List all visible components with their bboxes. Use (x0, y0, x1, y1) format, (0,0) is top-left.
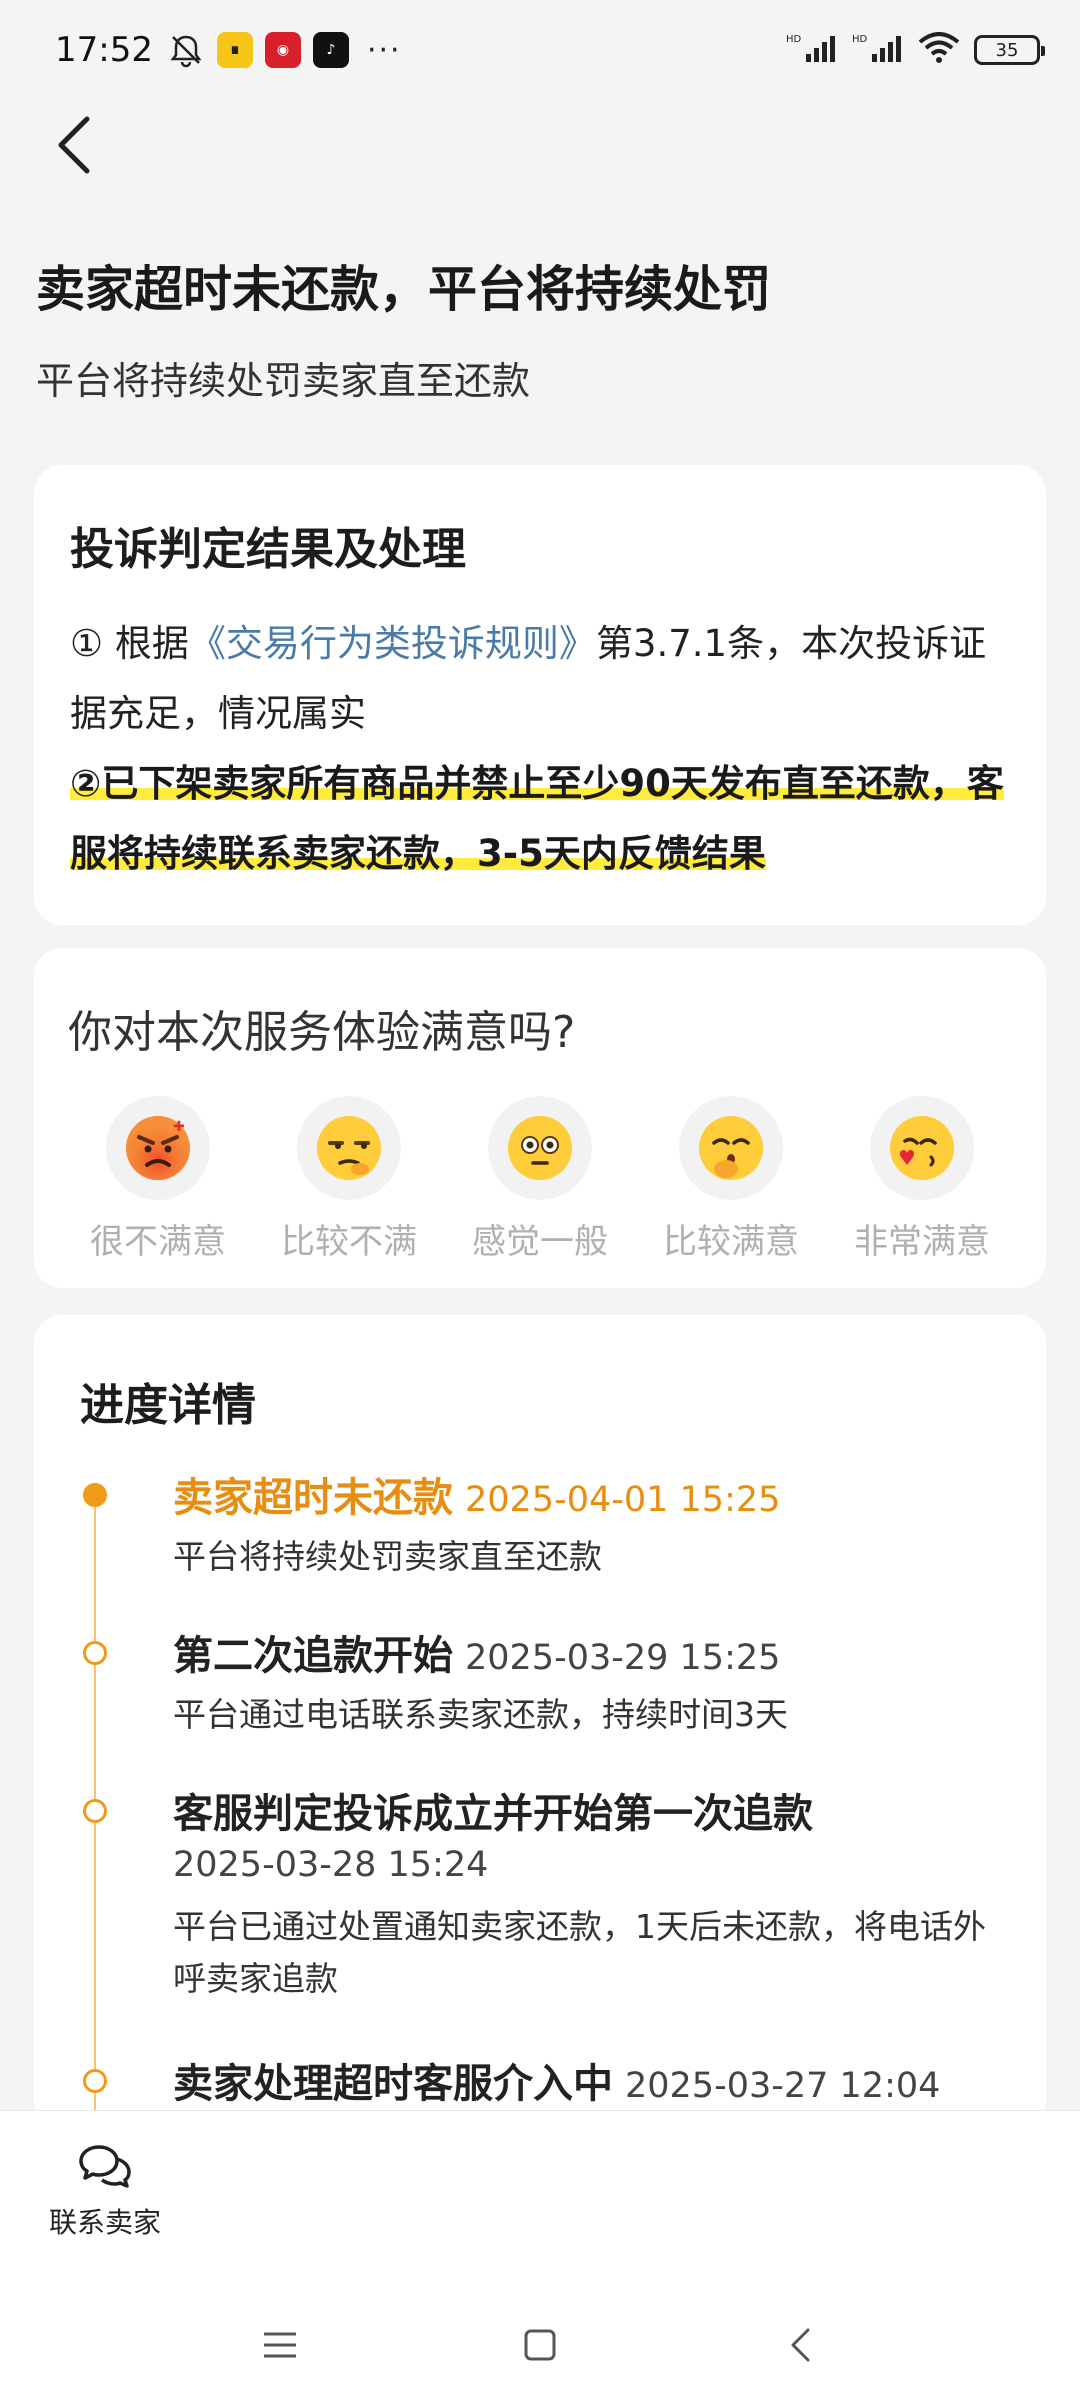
bell-off-icon (167, 31, 205, 69)
tiktok-icon: ♪ (312, 32, 349, 68)
svg-text:✚: ✚ (173, 1119, 185, 1135)
signal-icon: HD (852, 32, 904, 68)
chevron-left-icon (791, 2328, 810, 2362)
rating-label: 非常满意 (854, 1222, 990, 1262)
back-button[interactable] (40, 105, 110, 185)
rating-label: 比较不满 (281, 1222, 417, 1262)
card-title: 投诉判定结果及处理 (70, 524, 466, 575)
timeline-step: 卖家处理超时客服介入中 2025-03-27 12:04 (80, 2051, 1012, 2115)
signal-icon: HD (786, 32, 838, 68)
step-title-text: 第二次追款开始 (173, 1633, 453, 1679)
system-back-button[interactable] (770, 2315, 830, 2375)
app-red-icon: ◉ (264, 32, 301, 68)
chat-icon (79, 2145, 131, 2188)
svg-text:HD: HD (786, 34, 802, 45)
timeline-step: 客服判定投诉成立并开始第一次追款 2025-03-28 15:24 平台已通过处… (80, 1781, 1012, 2051)
page-title: 卖家超时未还款，平台将持续处罚 (36, 261, 772, 318)
progress-timeline: 卖家超时未还款 2025-04-01 15:25 平台将持续处罚卖家直至还款 第二… (80, 1465, 1012, 2115)
rating-option-very-satisfied[interactable]: 非常满意 (832, 1096, 1012, 1263)
battery-icon: 35 (974, 35, 1045, 65)
menu-button[interactable] (250, 2315, 310, 2375)
result-line1-prefix: ① 根据 (70, 622, 189, 665)
neutral-face-icon (488, 1096, 592, 1200)
angry-face-icon: ✚ (106, 1096, 210, 1200)
menu-icon (264, 2332, 296, 2358)
more-indicator: ··· (366, 32, 402, 68)
home-button[interactable] (510, 2315, 570, 2375)
timeline-dot (83, 2069, 107, 2093)
step-desc: 平台已通过处置通知卖家还款，1天后未还款，将电话外呼卖家追款 (173, 1907, 986, 1998)
step-desc: 平台通过电话联系卖家还款，持续时间3天 (173, 1695, 788, 1734)
timeline-step: 第二次追款开始 2025-03-29 15:25 平台通过电话联系卖家还款，持续时… (80, 1623, 1012, 1781)
step-time: 2025-03-27 12:04 (625, 2066, 941, 2106)
app-yellow-icon: ∎ (216, 32, 253, 68)
status-time: 17:52 (55, 30, 153, 70)
rules-link[interactable]: 《交易行为类投诉规则》 (189, 622, 596, 665)
rating-option-neutral[interactable]: 感觉一般 (450, 1096, 630, 1263)
progress-title: 进度详情 (80, 1380, 256, 1431)
bottom-action-bar: 联系卖家 (0, 2110, 1080, 2290)
step-title-text: 卖家超时未还款 (173, 1475, 453, 1521)
svg-text:HD: HD (852, 34, 868, 45)
satisfaction-survey-card: 你对本次服务体验满意吗? ✚ 很不满意 比较不满 感觉一般 比较满意 非常满意 (34, 948, 1046, 1288)
timeline-dot (83, 1799, 107, 1823)
page-subtitle: 平台将持续处罚卖家直至还款 (36, 359, 531, 403)
survey-question: 你对本次服务体验满意吗? (68, 1007, 576, 1058)
step-time: 2025-03-28 15:24 (173, 1845, 489, 1885)
rating-label: 感觉一般 (472, 1222, 608, 1262)
chevron-left-icon (58, 116, 90, 174)
complaint-result-card: 投诉判定结果及处理 ① 根据《交易行为类投诉规则》第3.7.1条，本次投诉证据充… (34, 465, 1046, 925)
kissing-face-icon (870, 1096, 974, 1200)
rating-row: ✚ 很不满意 比较不满 感觉一般 比较满意 非常满意 (68, 1096, 1012, 1263)
rating-option-very-unsatisfied[interactable]: ✚ 很不满意 (68, 1096, 248, 1263)
step-title: 第二次追款开始 2025-03-29 15:25 (173, 1623, 1012, 1681)
rating-option-unsatisfied[interactable]: 比较不满 (259, 1096, 439, 1263)
contact-seller-button[interactable]: 联系卖家 (40, 2141, 170, 2241)
rating-label: 很不满意 (90, 1222, 226, 1262)
timeline-dot (83, 1641, 107, 1665)
step-time: 2025-03-29 15:25 (465, 1638, 781, 1678)
rating-option-satisfied[interactable]: 比较满意 (641, 1096, 821, 1263)
shy-face-icon (679, 1096, 783, 1200)
contact-seller-label: 联系卖家 (48, 2206, 161, 2239)
step-title: 客服判定投诉成立并开始第一次追款 (173, 1791, 813, 1837)
result-text: ① 根据《交易行为类投诉规则》第3.7.1条，本次投诉证据充足，情况属实 ②已下… (70, 609, 1010, 889)
step-time: 2025-04-01 15:25 (465, 1480, 781, 1520)
wifi-icon (918, 32, 960, 68)
timeline-step: 卖家超时未还款 2025-04-01 15:25 平台将持续处罚卖家直至还款 (80, 1465, 1012, 1623)
system-nav-bar (0, 2290, 1080, 2400)
timeline-dot-active (83, 1483, 107, 1507)
step-title: 卖家处理超时客服介入中 2025-03-27 12:04 (173, 2051, 1012, 2109)
result-line2-highlight: ②已下架卖家所有商品并禁止至少90天发布直至还款，客服将持续联系卖家还款，3-5… (70, 762, 1004, 875)
unamused-face-icon (297, 1096, 401, 1200)
rating-label: 比较满意 (663, 1222, 799, 1262)
step-title: 卖家超时未还款 2025-04-01 15:25 (173, 1465, 1012, 1523)
step-title-text: 卖家处理超时客服介入中 (173, 2061, 613, 2107)
home-square-icon (524, 2329, 556, 2361)
step-desc: 平台将持续处罚卖家直至还款 (173, 1537, 602, 1576)
status-bar: 17:52 ∎ ◉ ♪ ··· HD HD 35 (0, 0, 1080, 100)
progress-card: 进度详情 卖家超时未还款 2025-04-01 15:25 平台将持续处罚卖家直至… (34, 1315, 1046, 2115)
